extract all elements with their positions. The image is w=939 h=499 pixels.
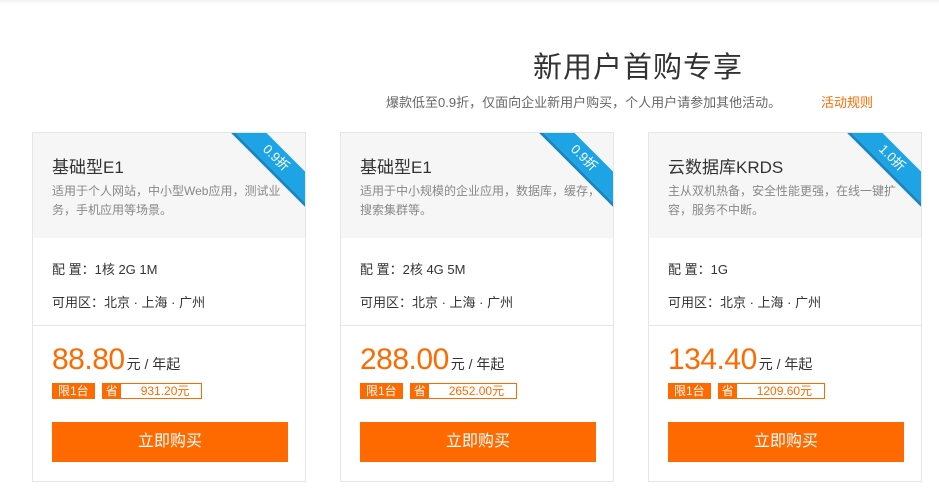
price-unit: 元 / 年起	[758, 356, 813, 372]
buy-now-button[interactable]: 立即购买	[52, 422, 288, 462]
savings-amount: 1209.60元	[756, 384, 813, 398]
zone-spec: 可用区：北京 · 上海 · 广州	[52, 295, 206, 310]
card-divider	[649, 325, 921, 326]
product-card: 云数据库KRDS 主从双机热备，安全性能更强，在线一键扩容，服务不中断。 1.0…	[648, 132, 922, 482]
price-unit: 元 / 年起	[126, 356, 181, 372]
savings-amount: 2652.00元	[448, 384, 505, 398]
price-unit: 元 / 年起	[450, 356, 505, 372]
price-block: 88.80 元 / 年起	[52, 343, 180, 377]
config-spec: 配 置：1G	[668, 262, 728, 277]
card-divider	[341, 325, 613, 326]
savings-label: 省	[718, 384, 737, 398]
buy-now-button[interactable]: 立即购买	[668, 422, 904, 462]
product-description: 适用于中小规模的企业应用，数据库，缓存，搜索集群等。	[360, 184, 601, 217]
activity-rules-link[interactable]: 活动规则	[821, 92, 873, 111]
savings-badge: 省 1209.60元	[717, 383, 826, 399]
config-spec: 配 置：2核 4G 5M	[360, 262, 466, 277]
price-block: 288.00 元 / 年起	[360, 343, 504, 377]
price-value: 88.80	[52, 343, 125, 376]
product-name: 基础型E1	[52, 158, 124, 177]
savings-badge: 省 931.20元	[101, 383, 203, 399]
product-name: 云数据库KRDS	[668, 158, 784, 177]
product-card: 基础型E1 适用于中小规模的企业应用，数据库，缓存，搜索集群等。 0.9折 配 …	[340, 132, 614, 482]
zone-spec: 可用区：北京 · 上海 · 广州	[360, 295, 514, 310]
price-value: 288.00	[360, 343, 449, 376]
limit-badge: 限1台	[360, 383, 403, 399]
price-block: 134.40 元 / 年起	[668, 343, 812, 377]
limit-badge: 限1台	[52, 383, 95, 399]
page-title: 新用户首购专享	[533, 52, 744, 84]
limit-badge: 限1台	[668, 383, 711, 399]
page-subtitle: 爆款低至0.9折，仅面向企业新用户购买，个人用户请参加其他活动。	[386, 95, 782, 110]
card-divider	[33, 325, 305, 326]
config-spec: 配 置：1核 2G 1M	[52, 262, 158, 277]
savings-label: 省	[102, 384, 121, 398]
product-description: 主从双机热备，安全性能更强，在线一键扩容，服务不中断。	[668, 184, 897, 217]
savings-amount: 931.20元	[140, 384, 190, 398]
product-description: 适用于个人网站，中小型Web应用，测试业务，手机应用等场景。	[52, 184, 281, 217]
product-name: 基础型E1	[360, 158, 432, 177]
price-value: 134.40	[668, 343, 757, 376]
savings-label: 省	[410, 384, 429, 398]
tag-row: 限1台省 931.20元	[52, 383, 203, 400]
tag-row: 限1台省 2652.00元	[360, 383, 518, 400]
zone-spec: 可用区：北京 · 上海 · 广州	[668, 295, 822, 310]
product-card: 基础型E1 适用于个人网站，中小型Web应用，测试业务，手机应用等场景。 0.9…	[32, 132, 306, 482]
top-divider	[0, 0, 939, 4]
buy-now-button[interactable]: 立即购买	[360, 422, 596, 462]
tag-row: 限1台省 1209.60元	[668, 383, 826, 400]
savings-badge: 省 2652.00元	[409, 383, 518, 399]
